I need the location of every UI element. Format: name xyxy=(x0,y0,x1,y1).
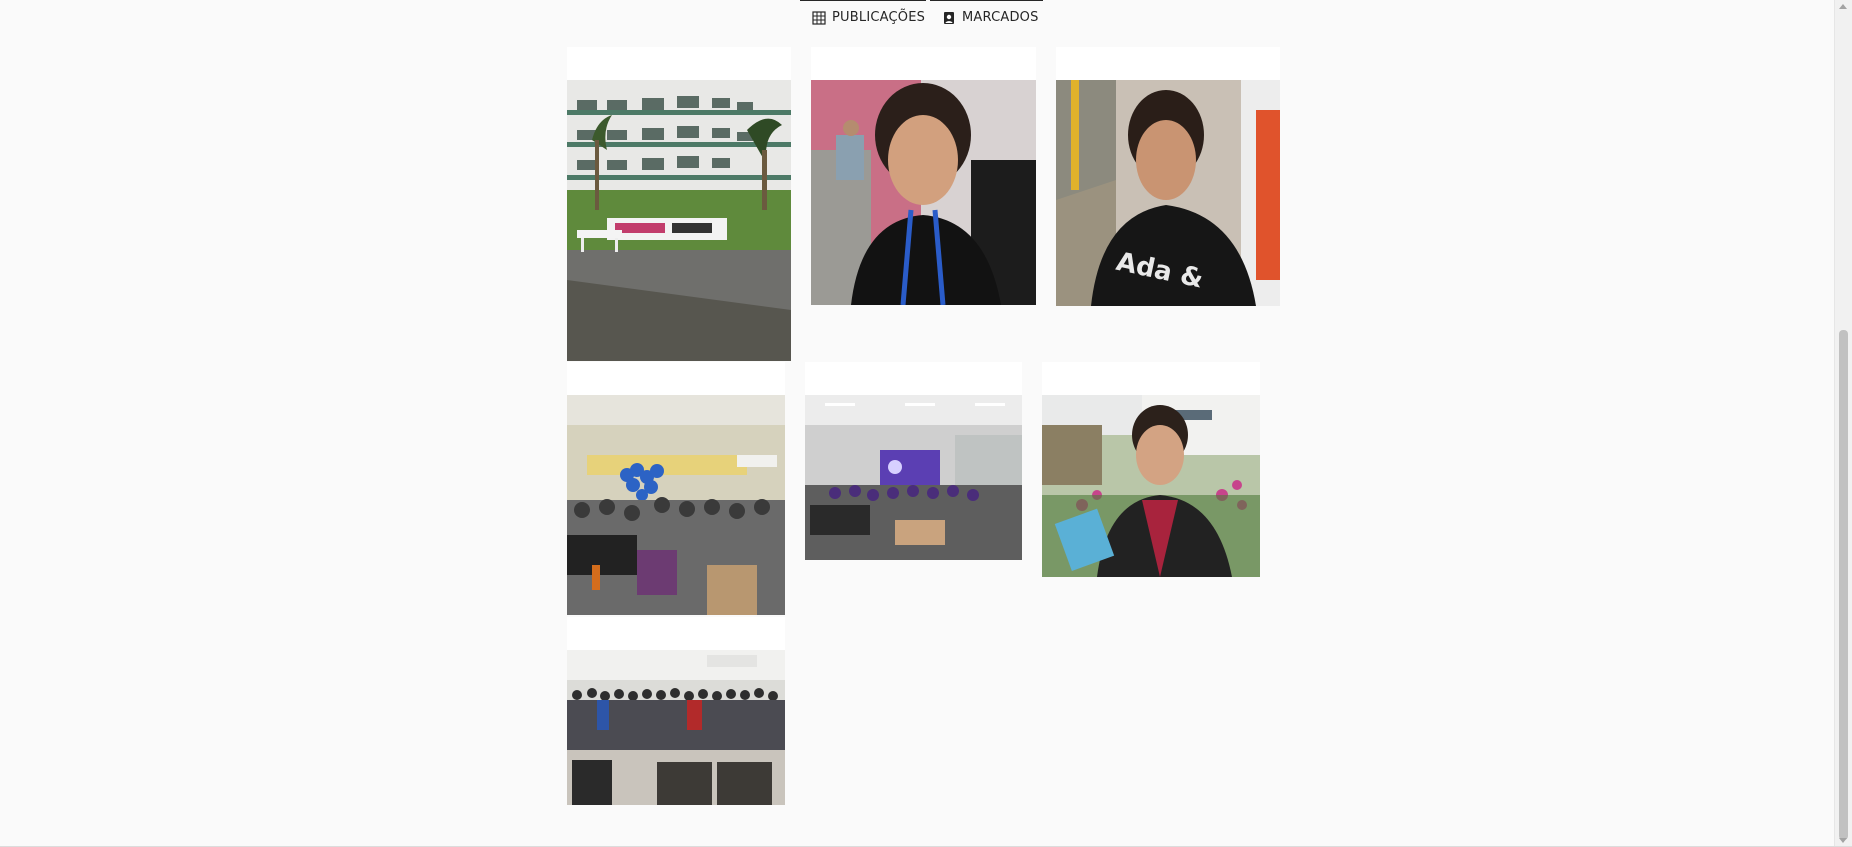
post-image xyxy=(811,80,1036,305)
post-image xyxy=(567,650,785,805)
scroll-thumb[interactable] xyxy=(1839,330,1848,840)
scroll-down-icon[interactable] xyxy=(1839,838,1847,843)
grid-icon xyxy=(812,10,826,25)
post-selfie-garden[interactable] xyxy=(1042,362,1260,577)
tab-publicacoes[interactable]: PUBLICAÇÕES xyxy=(800,0,926,34)
post-group-balloons[interactable] xyxy=(567,362,785,615)
tab-publicacoes-label: PUBLICAÇÕES xyxy=(832,10,926,25)
scroll-up-icon[interactable] xyxy=(1839,4,1847,9)
post-image: Ada & xyxy=(1056,80,1280,306)
post-image xyxy=(1042,395,1260,577)
post-image xyxy=(567,80,791,361)
tab-marcados[interactable]: MARCADOS xyxy=(930,0,1043,34)
profile-tabs: PUBLICAÇÕES MARCADOS xyxy=(800,0,1043,35)
page-scrollbar[interactable] xyxy=(1834,0,1852,847)
post-large-group[interactable] xyxy=(567,617,785,805)
post-university-building[interactable] xyxy=(567,47,791,361)
post-image xyxy=(567,395,785,615)
post-group-presentation[interactable] xyxy=(805,362,1022,560)
tab-marcados-label: MARCADOS xyxy=(962,10,1039,25)
post-image xyxy=(805,395,1022,560)
tagged-user-icon xyxy=(942,11,956,25)
post-selfie-lanyard[interactable] xyxy=(811,47,1036,305)
post-selfie-hallway[interactable]: Ada & xyxy=(1056,47,1280,306)
